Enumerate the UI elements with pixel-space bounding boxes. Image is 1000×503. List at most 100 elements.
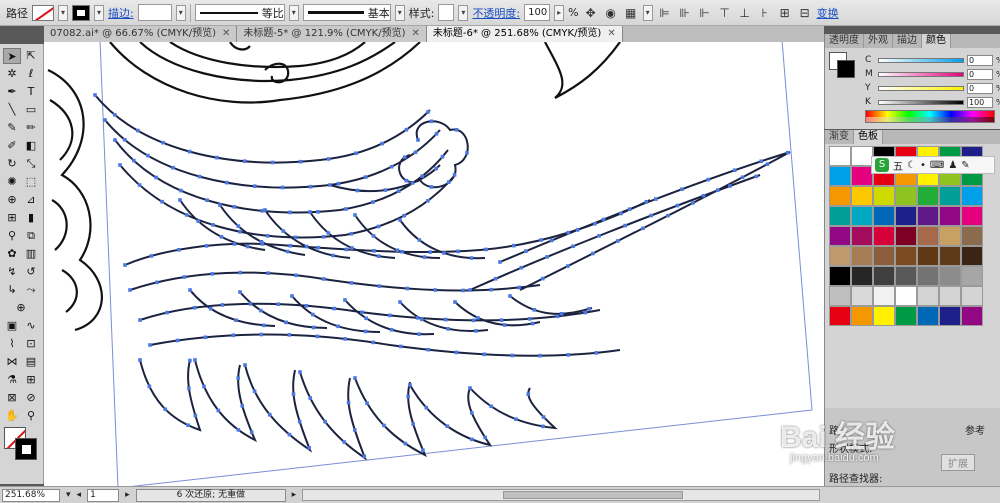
anchor-point[interactable]: [291, 392, 296, 397]
anchor-point[interactable]: [193, 358, 197, 362]
anchor-point[interactable]: [527, 317, 532, 321]
anchor-point[interactable]: [649, 213, 654, 218]
anchor-point[interactable]: [252, 184, 257, 188]
color-swatch[interactable]: [873, 266, 895, 286]
anchor-point[interactable]: [566, 264, 570, 268]
anchor-point[interactable]: [571, 244, 575, 249]
color-swatch[interactable]: [917, 246, 939, 266]
anchor-point[interactable]: [732, 168, 737, 173]
anchor-point[interactable]: [208, 306, 213, 311]
anchor-point[interactable]: [754, 174, 759, 179]
anchor-point[interactable]: [176, 247, 181, 252]
anchor-point[interactable]: [267, 412, 272, 417]
anchor-point[interactable]: [442, 251, 446, 255]
anchor-point[interactable]: [429, 119, 434, 124]
color-swatch[interactable]: [829, 246, 851, 266]
anchor-point[interactable]: [530, 321, 535, 326]
color-swatch[interactable]: [961, 186, 983, 206]
anchor-point[interactable]: [641, 226, 645, 231]
width-tool-icon[interactable]: ⋈: [3, 354, 21, 370]
keyboard-icon[interactable]: ⌨: [930, 160, 944, 171]
anchor-point[interactable]: [566, 353, 571, 357]
anchor-point[interactable]: [265, 233, 270, 238]
opacity-label[interactable]: 不透明度:: [472, 5, 520, 21]
anchor-point[interactable]: [616, 239, 620, 243]
anchor-point[interactable]: [627, 207, 632, 211]
anchor-point[interactable]: [404, 178, 409, 183]
anchor-point[interactable]: [188, 288, 192, 292]
anchor-point[interactable]: [179, 188, 183, 193]
color-swatch[interactable]: [939, 226, 961, 246]
anchor-point[interactable]: [583, 310, 587, 315]
color-swatch[interactable]: [873, 306, 895, 326]
anchor-point[interactable]: [434, 166, 438, 171]
anchor-point[interactable]: [371, 200, 375, 204]
tab-color[interactable]: 颜色: [922, 34, 951, 48]
anchor-point[interactable]: [132, 158, 136, 163]
anchor-point[interactable]: [402, 155, 407, 160]
anchor-point[interactable]: [321, 235, 326, 239]
slice-tool-icon[interactable]: ⤳: [22, 282, 40, 298]
tab-gradient[interactable]: 渐变: [825, 130, 854, 144]
anchor-point[interactable]: [363, 175, 368, 179]
anchor-point[interactable]: [443, 317, 448, 322]
anchor-point[interactable]: [387, 313, 392, 318]
draw-inside-icon[interactable]: ⌇: [3, 336, 21, 352]
anchor-point[interactable]: [270, 160, 275, 165]
anchor-point[interactable]: [238, 270, 242, 275]
color-swatch[interactable]: [917, 226, 939, 246]
anchor-point[interactable]: [294, 273, 298, 278]
anchor-point[interactable]: [575, 228, 580, 232]
phoenix-artwork[interactable]: [44, 42, 824, 486]
align-top-icon[interactable]: ⊤: [717, 5, 733, 21]
anchor-point[interactable]: [238, 229, 242, 234]
anchor-point[interactable]: [675, 203, 680, 208]
anchor-point[interactable]: [326, 157, 331, 161]
anchor-point[interactable]: [138, 318, 142, 322]
tab-appearance[interactable]: 外观: [864, 34, 893, 48]
color-swatch[interactable]: [961, 286, 983, 306]
fill-dropdown[interactable]: ▾: [58, 4, 68, 21]
anchor-point[interactable]: [266, 271, 270, 275]
anchor-point[interactable]: [691, 201, 695, 205]
anchor-point[interactable]: [597, 234, 601, 238]
anchor-point[interactable]: [526, 392, 531, 396]
next-page-icon[interactable]: ▸: [125, 490, 130, 500]
color-swatch[interactable]: [895, 266, 917, 286]
rectangle-tool-icon[interactable]: ▭: [22, 102, 40, 118]
rotate-tool-icon[interactable]: ↻: [3, 156, 21, 172]
color-swatch[interactable]: [873, 186, 895, 206]
hand-tool-icon[interactable]: ✋: [3, 408, 21, 424]
color-swatch[interactable]: [961, 226, 983, 246]
anchor-point[interactable]: [354, 151, 358, 156]
anchor-point[interactable]: [415, 316, 420, 320]
anchor-point[interactable]: [406, 394, 410, 399]
anchor-point[interactable]: [440, 154, 445, 159]
y-slider[interactable]: [878, 85, 964, 91]
anchor-point[interactable]: [498, 260, 502, 264]
anchor-point[interactable]: [380, 141, 384, 146]
anchor-point[interactable]: [163, 407, 168, 412]
anchor-point[interactable]: [499, 318, 504, 322]
m-slider[interactable]: [878, 71, 964, 77]
anchor-point[interactable]: [469, 411, 474, 415]
anchor-point[interactable]: [446, 327, 450, 331]
anchor-point[interactable]: [421, 448, 425, 453]
distribute-center-icon[interactable]: ⊟: [797, 5, 813, 21]
align-vcenter-icon[interactable]: ⊥: [737, 5, 753, 21]
anchor-point[interactable]: [395, 248, 400, 253]
anchor-point[interactable]: [219, 234, 224, 239]
slice-select-icon[interactable]: ⊡: [22, 336, 40, 352]
anchor-point[interactable]: [371, 340, 375, 345]
anchor-point[interactable]: [323, 419, 327, 424]
align-to-icon[interactable]: ▦: [623, 5, 639, 21]
anchor-point[interactable]: [482, 352, 487, 357]
wrench-icon[interactable]: ✎: [961, 160, 969, 171]
anchor-point[interactable]: [123, 263, 127, 267]
anchor-point[interactable]: [514, 417, 518, 421]
fill-stroke-swatches[interactable]: [4, 427, 38, 461]
anchor-point[interactable]: [332, 306, 336, 311]
magic-wand-tool-icon[interactable]: ✲: [3, 66, 21, 82]
anchor-point[interactable]: [285, 249, 290, 254]
anchor-point[interactable]: [353, 213, 357, 217]
